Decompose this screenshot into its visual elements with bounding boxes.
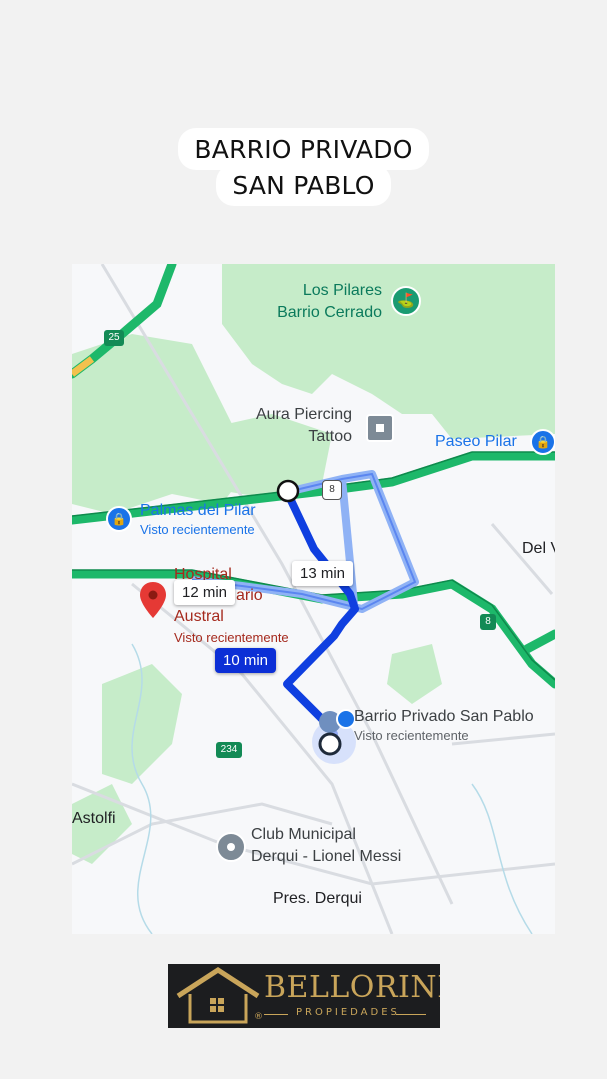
san-pablo-sub: Visto recientemente	[354, 728, 469, 743]
route-shield-25: 25	[104, 330, 124, 346]
los-pilares-line2: Barrio Cerrado	[277, 304, 382, 321]
club-line2: Derqui - Lionel Messi	[251, 848, 402, 865]
logo-divider-left	[264, 1014, 288, 1015]
route-time-alt2[interactable]: 12 min	[174, 580, 236, 605]
los-pilares-label[interactable]: Los Pilares Barrio Cerrado	[252, 280, 382, 324]
palmas-bag-icon[interactable]: 🔒	[106, 506, 132, 532]
route-time-alt1[interactable]: 13 min	[292, 561, 354, 586]
club-pin-icon[interactable]	[216, 832, 246, 862]
club-label[interactable]: Club Municipal Derqui - Lionel Messi	[251, 824, 401, 868]
registered-mark: ®	[254, 1012, 263, 1022]
logo-subtitle: PROPIEDADES	[296, 1007, 400, 1018]
title-card: BARRIO PRIVADO SAN PABLO	[0, 128, 607, 206]
origin-marker	[276, 479, 300, 503]
golf-icon[interactable]: ⛳	[391, 286, 421, 316]
san-pablo-title: Barrio Privado San Pablo	[354, 708, 534, 725]
aura-line2: Tattoo	[308, 428, 352, 445]
shopping-bag-icon[interactable]: 🔒	[530, 429, 555, 455]
route-time-selected[interactable]: 10 min	[215, 648, 277, 673]
house-logo-icon	[176, 967, 260, 1024]
map-pin-red-icon[interactable]	[140, 582, 166, 618]
los-pilares-line1: Los Pilares	[302, 282, 382, 299]
hospital-line3: Austral	[174, 608, 224, 625]
san-pablo-label[interactable]: Barrio Privado San Pablo Visto recientem…	[354, 708, 534, 743]
palmas-title: Palmas del Pilar	[140, 502, 256, 519]
pres-derqui-label: Pres. Derqui	[273, 890, 362, 907]
map-view[interactable]: 25 8 8 234 Los Pilares Barrio Cerrado ⛳ …	[72, 264, 555, 934]
del-v-label: Del V	[522, 540, 555, 557]
logo-brand: BELLORINI	[264, 970, 440, 1005]
route-shield-8a: 8	[322, 480, 342, 500]
destination-ring	[318, 732, 342, 756]
destination-pin	[336, 709, 356, 729]
shop-icon[interactable]	[366, 414, 394, 442]
palmas-label[interactable]: Palmas del Pilar Visto recientemente	[140, 502, 256, 537]
club-line1: Club Municipal	[251, 826, 356, 843]
route-shield-8b: 8	[480, 614, 496, 630]
hospital-label[interactable]: Hospital ario Austral Visto recientement…	[174, 564, 289, 648]
logo-divider-right	[396, 1014, 426, 1015]
hospital-sub: Visto recientemente	[174, 630, 289, 645]
aura-label[interactable]: Aura Piercing Tattoo	[240, 404, 352, 448]
bellorini-logo: BELLORINI PROPIEDADES ®	[168, 964, 440, 1028]
route-shield-234: 234	[216, 742, 242, 758]
paseo-pilar-label[interactable]: Paseo Pilar	[435, 433, 517, 451]
astolfi-label: Astolfi	[72, 810, 116, 827]
aura-line1: Aura Piercing	[255, 406, 352, 423]
title-line-2: SAN PABLO	[216, 164, 391, 206]
palmas-sub: Visto recientemente	[140, 522, 255, 537]
